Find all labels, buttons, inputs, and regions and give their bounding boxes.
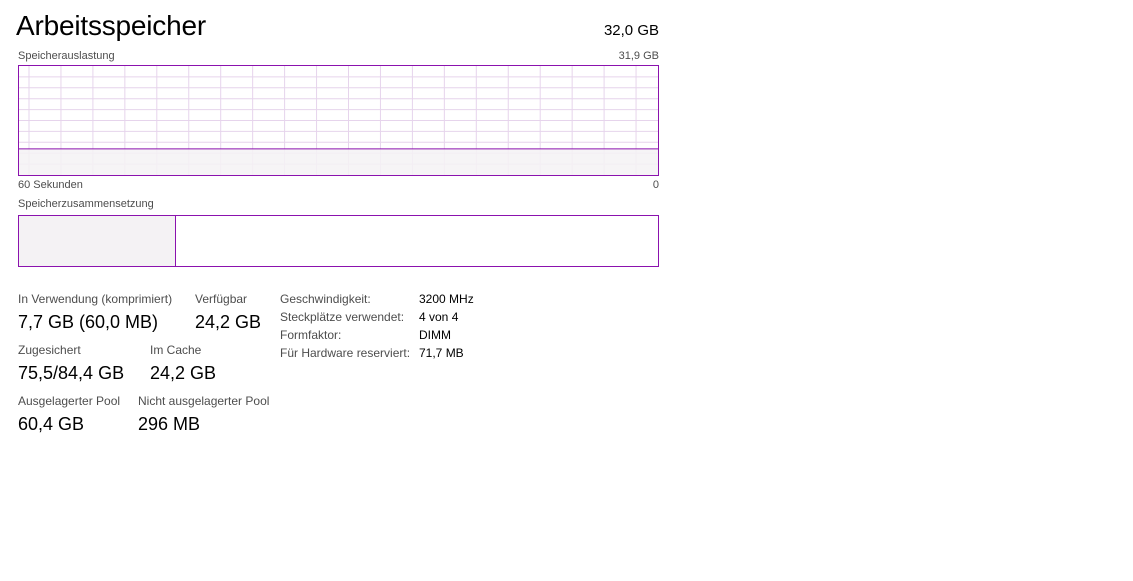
in-use-value: 7,7 GB (60,0 MB) [18, 312, 159, 332]
usage-graph-label: Speicherauslastung [18, 50, 115, 62]
committed-label: Zugesichert [18, 343, 81, 357]
paged-pool-value: 60,4 GB [18, 414, 85, 434]
total-memory: 32,0 GB [603, 22, 659, 39]
nonpaged-pool-label: Nicht ausgelagerter Pool [138, 394, 270, 408]
available-value: 24,2 GB [195, 312, 262, 332]
cached-label: Im Cache [150, 343, 202, 357]
usage-graph-max-label: 31,9 GB [618, 50, 659, 62]
hw-reserved-value: 71,7 MB [419, 346, 464, 360]
usage-graph-end-label: 0 [652, 179, 659, 191]
memory-performance-panel: Arbeitsspeicher 32,0 GB Speicherauslastu… [0, 0, 1133, 581]
slots-label: Steckplätze verwendet: [280, 310, 405, 324]
in-use-label: In Verwendung (komprimiert) [18, 292, 173, 306]
speed-label: Geschwindigkeit: [280, 292, 371, 306]
nonpaged-pool-value: 296 MB [138, 414, 201, 434]
paged-pool-label: Ausgelagerter Pool [18, 394, 121, 408]
available-label: Verfügbar [195, 292, 248, 306]
composition-in-use-segment [19, 216, 176, 266]
hw-reserved-label: Für Hardware reserviert: [280, 346, 411, 360]
form-factor-label: Formfaktor: [280, 328, 342, 342]
page-title: Arbeitsspeicher [16, 10, 206, 41]
slots-value: 4 von 4 [419, 310, 459, 324]
speed-value: 3200 MHz [419, 292, 474, 306]
composition-label: Speicherzusammensetzung [18, 198, 154, 210]
cached-value: 24,2 GB [150, 363, 217, 383]
memory-composition-bar [18, 215, 659, 267]
usage-graph-time-label: 60 Sekunden [18, 179, 83, 191]
usage-graph-canvas [19, 66, 658, 175]
memory-usage-graph [18, 65, 659, 176]
form-factor-value: DIMM [419, 328, 451, 342]
usage-area [19, 148, 658, 175]
committed-value: 75,5/84,4 GB [18, 363, 125, 383]
